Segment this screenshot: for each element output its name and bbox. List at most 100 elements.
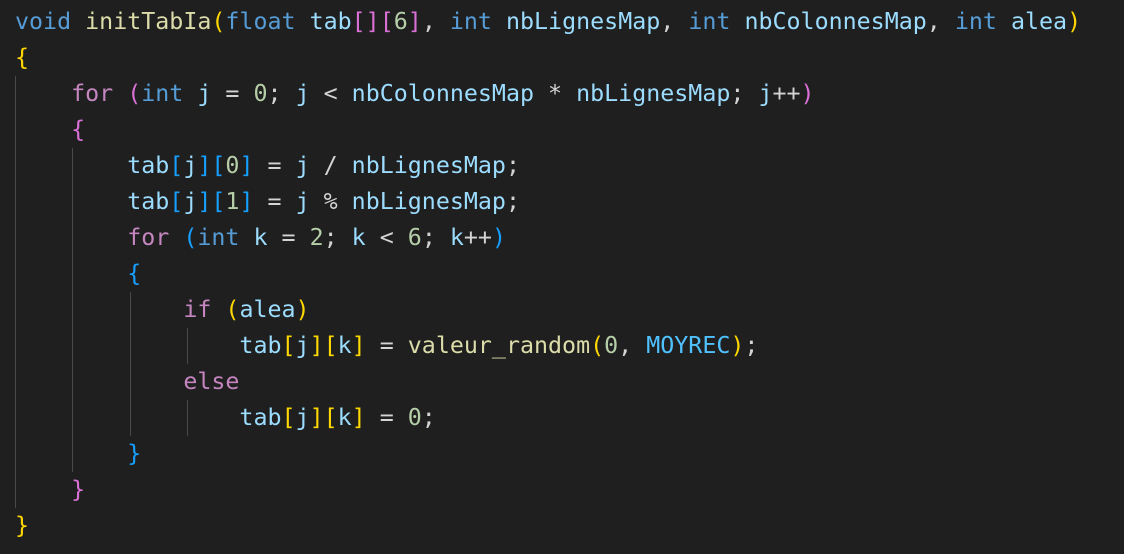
code-token: ; (323, 224, 352, 251)
code-token: tab (127, 188, 170, 215)
code-line[interactable]: for (int k = 2; k < 6; k++) (15, 220, 1081, 256)
code-line[interactable]: for (int j = 0; j < nbColonnesMap * nbLi… (15, 76, 1081, 112)
code-token: ( (225, 296, 240, 323)
code-token: nbLignesMap (505, 8, 661, 35)
code-token: MOYREC (646, 332, 731, 359)
code-line[interactable]: { (15, 112, 1081, 148)
code-line[interactable]: tab[j][0] = j / nbLignesMap; (15, 148, 1081, 184)
code-token: ++ (772, 80, 801, 107)
code-token: 0 (407, 404, 422, 431)
code-token: , (421, 8, 450, 35)
code-editor[interactable]: void initTabIa(float tab[][6], int nbLig… (0, 0, 1124, 554)
code-token: ++ (463, 224, 492, 251)
code-token: for (71, 80, 114, 107)
code-token: 0 (253, 80, 268, 107)
code-token: / (309, 152, 352, 179)
code-token: 6 (407, 224, 422, 251)
code-token: } (15, 512, 30, 539)
code-token: = (365, 332, 408, 359)
code-token: = (253, 188, 296, 215)
code-token: j (183, 152, 198, 179)
code-token: ] (351, 404, 366, 431)
code-token: ) (295, 296, 310, 323)
code-token: , (618, 332, 647, 359)
code-token: ] (309, 332, 324, 359)
code-token: = (253, 152, 296, 179)
code-token: ( (183, 224, 198, 251)
code-token: 0 (225, 152, 240, 179)
code-line[interactable]: } (15, 472, 1081, 508)
code-token: ) (491, 224, 506, 251)
code-token: int (141, 80, 184, 107)
code-token: valeur_random (407, 332, 591, 359)
code-token: < (309, 80, 352, 107)
code-line[interactable]: tab[j][1] = j % nbLignesMap; (15, 184, 1081, 220)
code-token: j (295, 332, 310, 359)
code-token: 2 (309, 224, 324, 251)
code-token: j (197, 80, 212, 107)
code-line[interactable]: else (15, 364, 1081, 400)
code-token: [ (169, 188, 184, 215)
code-token: { (127, 260, 142, 287)
code-token: tab (309, 8, 352, 35)
code-token: [ (169, 152, 184, 179)
code-token: } (71, 476, 86, 503)
code-token: float (225, 8, 296, 35)
code-token: * (534, 80, 577, 107)
code-token: ) (800, 80, 815, 107)
code-line[interactable]: tab[j][k] = 0; (15, 400, 1081, 436)
code-line[interactable]: } (15, 436, 1081, 472)
code-token: , (926, 8, 955, 35)
code-token: else (183, 368, 240, 395)
code-token: [ (281, 332, 296, 359)
code-token: tab (239, 332, 282, 359)
code-line[interactable]: tab[j][k] = valeur_random(0, MOYREC); (15, 328, 1081, 364)
code-token: = (365, 404, 408, 431)
code-token: int (197, 224, 240, 251)
code-token: , (660, 8, 689, 35)
code-token: tab (239, 404, 282, 431)
code-token: < (365, 224, 408, 251)
code-token: ; (730, 80, 759, 107)
code-block[interactable]: void initTabIa(float tab[][6], int nbLig… (15, 4, 1081, 544)
code-line[interactable]: } (15, 508, 1081, 544)
code-token: 0 (604, 332, 619, 359)
code-token: ] (239, 152, 254, 179)
code-token: nbColonnesMap (351, 80, 535, 107)
code-token: for (127, 224, 170, 251)
code-line[interactable]: { (15, 40, 1081, 76)
code-token: ( (127, 80, 142, 107)
code-token: ( (211, 8, 226, 35)
code-token: ] (351, 332, 366, 359)
code-token: ] (197, 152, 212, 179)
code-token: if (183, 296, 212, 323)
code-line[interactable]: void initTabIa(float tab[][6], int nbLig… (15, 4, 1081, 40)
code-token: ; (421, 404, 436, 431)
code-token: j (758, 80, 773, 107)
code-token: alea (239, 296, 296, 323)
code-token: ( (590, 332, 605, 359)
code-line[interactable]: { (15, 256, 1081, 292)
code-line[interactable]: if (alea) (15, 292, 1081, 328)
code-token: { (71, 116, 86, 143)
code-token: nbLignesMap (576, 80, 731, 107)
code-token: [ (323, 332, 338, 359)
